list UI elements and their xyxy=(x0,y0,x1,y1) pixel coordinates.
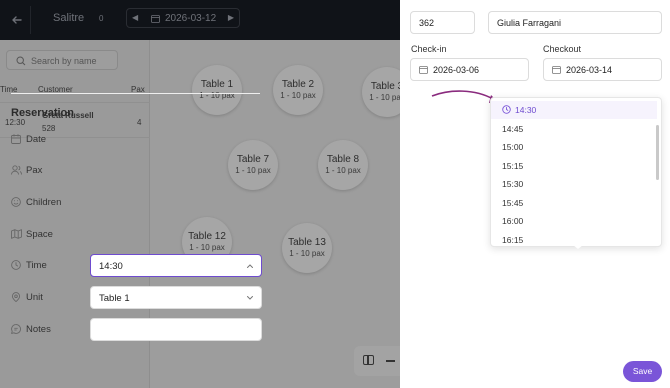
time-option-label: 16:15 xyxy=(502,235,524,245)
table-card[interactable]: Table 1 1 - 10 pax xyxy=(192,65,242,115)
save-button[interactable]: Save xyxy=(623,361,662,382)
table-name: Table 1 xyxy=(200,79,234,90)
space-label: Space xyxy=(26,229,53,240)
notes-input[interactable] xyxy=(90,318,262,341)
time-option-label: 15:00 xyxy=(502,142,524,152)
row-time: 12:30 xyxy=(5,118,26,127)
location-pin-icon xyxy=(11,292,21,302)
dropdown-caret xyxy=(573,245,583,249)
users-icon xyxy=(11,165,22,175)
time-option-label: 14:45 xyxy=(502,124,524,134)
notes-label: Notes xyxy=(26,324,51,335)
current-date[interactable]: 2026-03-12 xyxy=(165,13,216,24)
time-option[interactable]: 14:30 xyxy=(491,101,657,119)
time-option-label: 14:30 xyxy=(515,105,537,115)
zoom-out-icon[interactable] xyxy=(386,360,395,362)
sidebar-toggle-icon[interactable] xyxy=(363,355,374,365)
pax-label: Pax xyxy=(26,165,43,176)
row-room: 528 xyxy=(42,124,56,133)
search-placeholder: Search by name xyxy=(31,56,97,66)
time-label: Time xyxy=(26,260,47,271)
checkout-field[interactable]: 2026-03-14 xyxy=(543,58,662,81)
divider xyxy=(30,6,31,34)
date-label: Date xyxy=(26,134,47,145)
calendar-icon xyxy=(419,66,428,74)
time-option-label: 15:45 xyxy=(502,198,524,208)
map-icon xyxy=(11,229,22,239)
reservation-section-title: Reservation xyxy=(11,107,74,119)
table-card[interactable]: Table 8 1 - 10 pax xyxy=(318,140,368,190)
table-name: Table 7 xyxy=(236,154,270,165)
room-number-value: 362 xyxy=(419,18,435,28)
time-select-value: 14:30 xyxy=(99,261,123,272)
time-option-label: 15:30 xyxy=(502,179,524,189)
date-navigator: ◀ 2026-03-12 ▶ xyxy=(126,8,240,28)
guest-name-value: Giulia Farragani xyxy=(497,18,562,28)
time-option-label: 15:15 xyxy=(502,161,524,171)
time-option[interactable]: 14:45 xyxy=(491,120,657,138)
chevron-right-icon[interactable]: ▶ xyxy=(228,13,234,22)
chevron-up-icon xyxy=(247,264,253,268)
checkin-field[interactable]: 2026-03-06 xyxy=(410,58,529,81)
table-capacity: 1 - 10 pax xyxy=(189,243,225,252)
calendar-icon xyxy=(151,15,160,23)
time-option[interactable]: 15:15 xyxy=(491,157,657,175)
checkout-value: 2026-03-14 xyxy=(566,65,613,75)
table-card[interactable]: Table 7 1 - 10 pax xyxy=(228,140,278,190)
table-capacity: 1 - 10 pax xyxy=(325,166,361,175)
calendar-icon xyxy=(552,66,561,74)
row-pax: 4 xyxy=(137,118,142,127)
room-number-field[interactable]: 362 xyxy=(410,11,475,34)
guest-name-field[interactable]: Giulia Farragani xyxy=(488,11,662,34)
clock-icon xyxy=(11,260,21,270)
time-option[interactable]: 15:00 xyxy=(491,138,657,156)
checkin-value: 2026-03-06 xyxy=(433,65,480,75)
checkout-label: Checkout xyxy=(543,44,582,54)
table-card[interactable]: Table 13 1 - 10 pax xyxy=(282,223,332,273)
table-name: Table 13 xyxy=(288,237,326,248)
table-card[interactable]: Table 2 1 - 10 pax xyxy=(273,65,323,115)
section-divider xyxy=(11,93,260,94)
children-label: Children xyxy=(26,197,62,208)
smile-icon xyxy=(11,197,21,207)
table-name: Table 12 xyxy=(188,231,226,242)
search-input[interactable]: Search by name xyxy=(6,50,118,70)
unit-label: Unit xyxy=(26,292,43,303)
table-name: Table 2 xyxy=(281,79,315,90)
calendar-icon xyxy=(11,134,21,144)
venue-title: Salitre xyxy=(53,12,85,24)
top-bar: Salitre 0 ◀ 2026-03-12 ▶ xyxy=(0,0,400,40)
time-dropdown: 14:30 14:45 15:00 15:15 15:30 15:45 16:0… xyxy=(490,97,662,247)
table-capacity: 1 - 10 pax xyxy=(235,166,271,175)
message-icon xyxy=(11,324,21,334)
table-capacity: 1 - 10 pax xyxy=(289,249,325,258)
back-arrow-icon[interactable] xyxy=(10,13,24,27)
time-select[interactable]: 14:30 xyxy=(90,254,262,277)
time-option[interactable]: 15:30 xyxy=(491,175,657,193)
table-name: Table 8 xyxy=(326,154,360,165)
view-toolbar xyxy=(354,346,400,376)
time-option-label: 16:00 xyxy=(502,216,524,226)
search-icon xyxy=(16,56,26,66)
checkin-label: Check-in xyxy=(411,44,447,54)
chevron-down-icon xyxy=(247,296,253,300)
time-option[interactable]: 15:45 xyxy=(491,194,657,212)
time-option[interactable]: 16:00 xyxy=(491,212,657,230)
table-header: Time Customer Pax xyxy=(0,82,150,98)
chevron-left-icon[interactable]: ◀ xyxy=(132,13,138,22)
table-capacity: 1 - 10 pax xyxy=(280,91,316,100)
unit-select[interactable]: Table 1 xyxy=(90,286,262,309)
venue-count: 0 xyxy=(99,14,104,23)
clock-icon xyxy=(502,105,511,114)
unit-select-value: Table 1 xyxy=(99,293,130,304)
dropdown-scrollbar[interactable] xyxy=(656,125,659,180)
